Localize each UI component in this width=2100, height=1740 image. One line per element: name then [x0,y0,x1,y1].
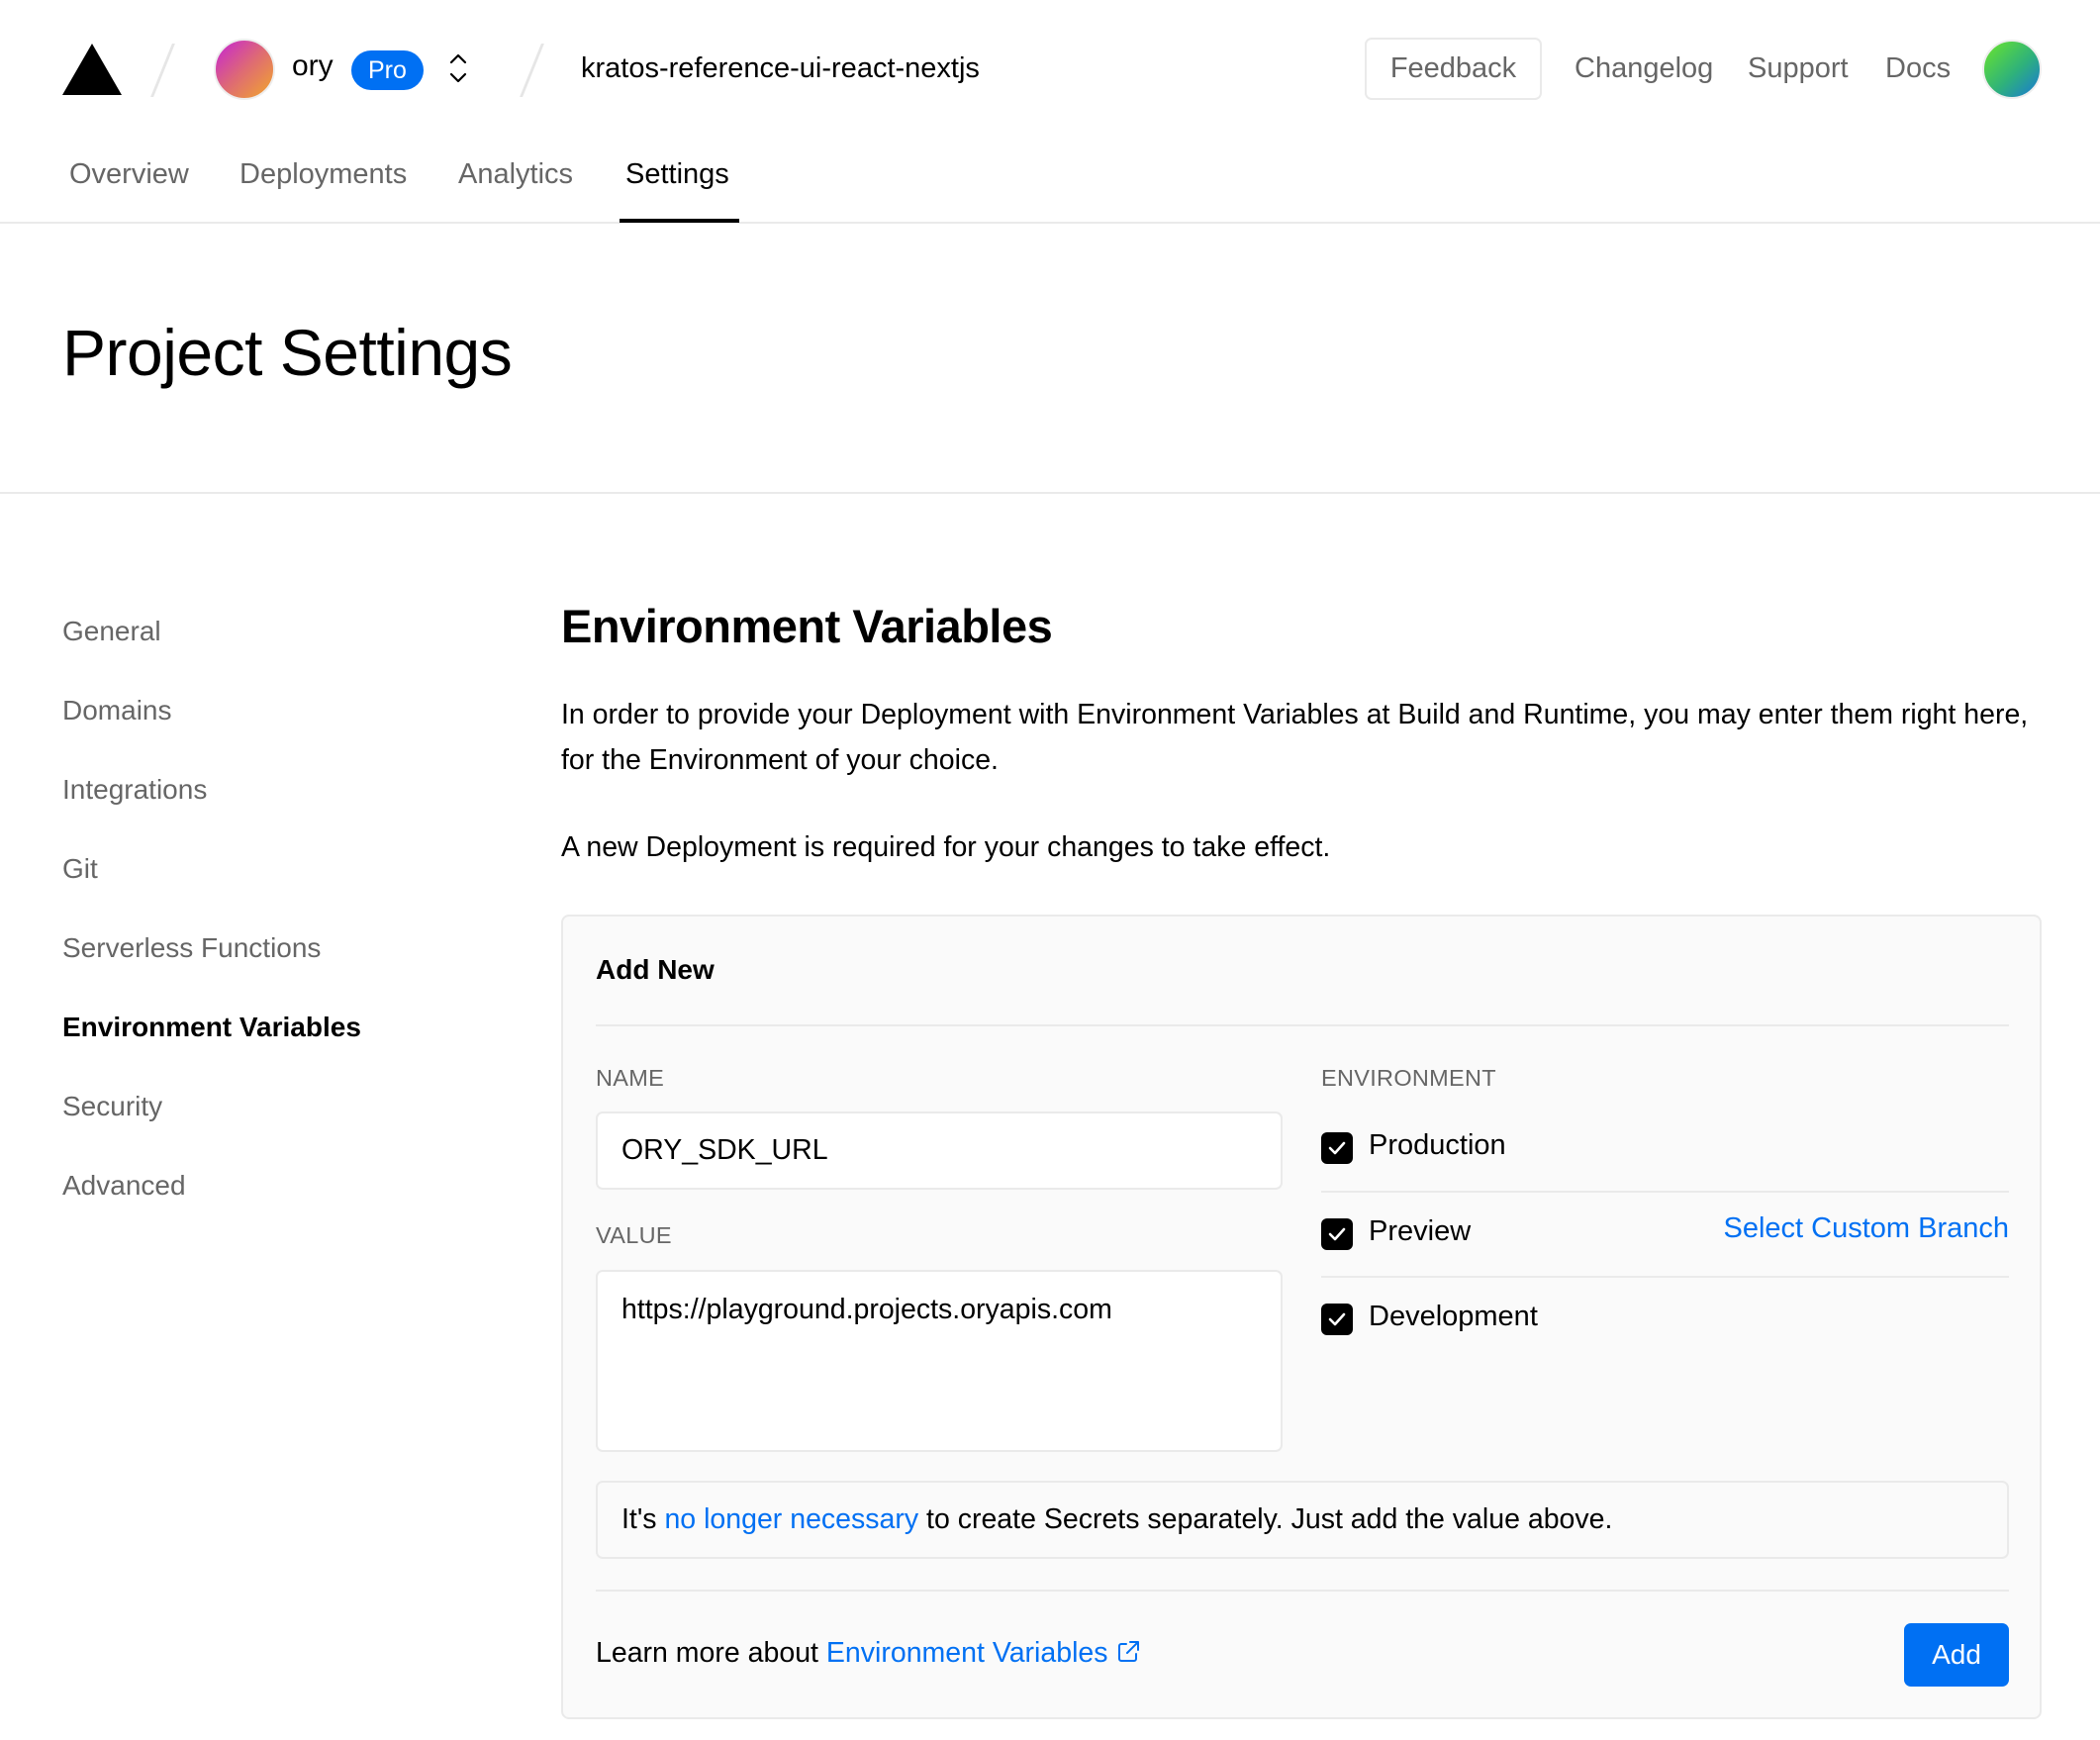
name-label: NAME [596,1065,665,1091]
environment-label: ENVIRONMENT [1321,1065,1496,1091]
production-checkbox[interactable] [1321,1132,1353,1164]
deployment-notice: A new Deployment is required for your ch… [561,831,1331,863]
support-link[interactable]: Support [1748,52,1849,85]
docs-link-label: Environment Variables [825,1637,1108,1669]
tab-analytics[interactable]: Analytics [458,158,573,191]
chevron-up-down-icon[interactable] [446,49,470,87]
env-option-preview[interactable]: Preview Select Custom Branch [1321,1212,2009,1256]
vercel-logo-icon[interactable] [62,44,122,95]
value-label: VALUE [596,1222,672,1248]
plan-badge: Pro [351,50,424,90]
divider [0,492,2100,494]
env-option-production[interactable]: Production [1321,1126,2009,1170]
top-header: ory Pro kratos-reference-ui-react-nextjs… [0,0,2100,224]
sidebar-item-serverless-functions[interactable]: Serverless Functions [62,928,361,1008]
development-checkbox[interactable] [1321,1304,1353,1335]
project-tabs: Overview Deployments Analytics Settings [0,148,2100,224]
add-button[interactable]: Add [1904,1623,2009,1687]
section-description: In order to provide your Deployment with… [561,699,2029,776]
breadcrumb-separator [520,44,544,97]
changelog-link[interactable]: Changelog [1575,52,1713,85]
development-label: Development [1369,1301,1538,1332]
sidebar-item-environment-variables[interactable]: Environment Variables [62,1008,361,1087]
preview-label: Preview [1369,1215,1472,1247]
sidebar-item-general[interactable]: General [62,612,361,691]
sidebar-item-security[interactable]: Security [62,1087,361,1166]
checkmark-icon [1328,1227,1346,1241]
divider [1321,1276,2009,1278]
value-textarea[interactable]: https://playground.projects.oryapis.com [596,1270,1283,1452]
add-env-var-card: Add New NAME VALUE https://playground.pr… [561,915,2042,1719]
learn-more-text: Learn more about Environment Variables [596,1637,1140,1670]
tab-overview[interactable]: Overview [69,158,189,191]
environment-variables-docs-link[interactable]: Environment Variables [826,1637,1140,1669]
docs-link[interactable]: Docs [1885,52,1951,85]
learn-more-prefix: Learn more about [596,1637,826,1669]
preview-checkbox[interactable] [1321,1218,1353,1250]
checkmark-icon [1328,1141,1346,1155]
sidebar-item-integrations[interactable]: Integrations [62,770,361,849]
project-name[interactable]: kratos-reference-ui-react-nextjs [581,52,980,85]
settings-sidebar: General Domains Integrations Git Serverl… [62,612,361,1245]
page-title: Project Settings [62,316,513,389]
secrets-note: It's no longer necessary to create Secre… [596,1481,2009,1559]
active-tab-indicator [620,219,739,223]
tab-settings[interactable]: Settings [625,158,729,191]
team-avatar[interactable] [214,39,275,100]
checkmark-icon [1328,1312,1346,1326]
card-title: Add New [596,954,715,985]
user-avatar[interactable] [1982,40,2042,99]
tab-deployments[interactable]: Deployments [239,158,407,191]
feedback-button[interactable]: Feedback [1365,38,1542,100]
note-suffix: to create Secrets separately. Just add t… [918,1503,1613,1535]
divider [1321,1191,2009,1193]
production-label: Production [1369,1129,1506,1161]
note-prefix: It's [621,1503,665,1535]
section-title: Environment Variables [561,600,1053,652]
divider [596,1590,2009,1592]
no-longer-necessary-link[interactable]: no longer necessary [664,1503,918,1535]
team-name[interactable]: ory [292,49,334,83]
external-link-icon [1117,1641,1139,1662]
env-option-development[interactable]: Development [1321,1298,2009,1341]
sidebar-item-domains[interactable]: Domains [62,691,361,770]
sidebar-item-advanced[interactable]: Advanced [62,1166,361,1245]
divider [596,1024,2009,1026]
select-custom-branch-link[interactable]: Select Custom Branch [1723,1212,2009,1245]
environment-variables-section: Environment Variables In order to provid… [561,594,2042,870]
name-input[interactable] [596,1112,1283,1190]
breadcrumb-separator [150,44,175,97]
sidebar-item-git[interactable]: Git [62,849,361,928]
